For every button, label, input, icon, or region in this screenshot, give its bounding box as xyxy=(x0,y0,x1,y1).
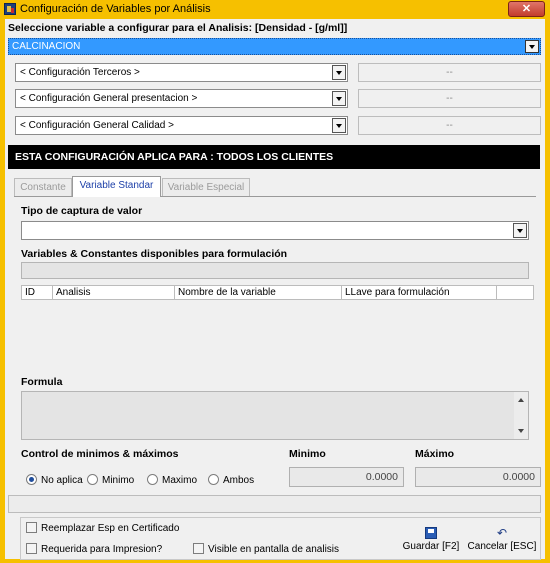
column-header-analisis[interactable]: Analisis xyxy=(53,286,175,299)
tab-variable-standar[interactable]: Variable Standar xyxy=(72,176,161,197)
column-header-llave[interactable]: LLave para formulación xyxy=(342,286,497,299)
window: Configuración de Variables por Análisis … xyxy=(0,0,550,563)
chevron-down-icon[interactable] xyxy=(525,40,539,53)
config-calidad-value: < Configuración General Calidad > xyxy=(20,120,174,131)
scroll-down-icon[interactable] xyxy=(518,429,524,433)
undo-icon: ↶ xyxy=(496,526,508,540)
tab-variable-especial[interactable]: Variable Especial xyxy=(162,178,250,196)
radio-icon xyxy=(208,474,219,485)
formula-scrollbar[interactable] xyxy=(514,392,528,439)
process-combo-value: CALCINACION xyxy=(12,41,81,52)
config-terceros-detail: -- xyxy=(358,63,541,82)
required-print-checkbox[interactable]: Requerida para Impresion? xyxy=(26,543,162,555)
checkbox-icon xyxy=(26,543,37,554)
radio-selected-icon xyxy=(26,474,37,485)
app-icon xyxy=(4,3,16,15)
minimo-field[interactable]: 0.0000 xyxy=(289,467,404,487)
checkbox-icon xyxy=(193,543,204,554)
client-area: Seleccione variable a configurar para el… xyxy=(5,19,545,560)
config-terceros-value: < Configuración Terceros > xyxy=(20,67,140,78)
config-calidad-detail: -- xyxy=(358,116,541,135)
variables-grid-header: ID Analisis Nombre de la variable LLave … xyxy=(21,285,534,300)
chevron-down-icon[interactable] xyxy=(332,91,346,106)
close-button[interactable]: ✕ xyxy=(508,1,545,17)
replace-esp-checkbox[interactable]: Reemplazar Esp en Certificado xyxy=(26,522,179,534)
variables-filter-field[interactable] xyxy=(21,262,529,279)
radio-icon xyxy=(87,474,98,485)
formula-textarea[interactable] xyxy=(21,391,529,440)
radio-minimo[interactable]: Minimo xyxy=(87,474,134,486)
save-button[interactable]: Guardar [F2] xyxy=(400,527,462,552)
column-header-nombre[interactable]: Nombre de la variable xyxy=(175,286,342,299)
config-presentacion-combo[interactable]: < Configuración General presentacion > xyxy=(15,89,348,108)
capture-type-label: Tipo de captura de valor xyxy=(21,205,143,217)
maximo-label: Máximo xyxy=(415,448,455,460)
process-combo[interactable]: CALCINACION xyxy=(8,38,541,55)
column-header-id[interactable]: ID xyxy=(22,286,53,299)
title-bar[interactable]: Configuración de Variables por Análisis … xyxy=(0,0,550,19)
select-variable-label: Seleccione variable a configurar para el… xyxy=(8,22,348,34)
scroll-up-icon[interactable] xyxy=(518,398,524,402)
variables-grid-body[interactable] xyxy=(21,300,534,390)
save-icon xyxy=(425,527,437,539)
checkbox-icon xyxy=(26,522,37,533)
maximo-field[interactable]: 0.0000 xyxy=(415,467,541,487)
formula-label: Formula xyxy=(21,376,63,388)
window-title: Configuración de Variables por Análisis xyxy=(20,3,211,15)
clients-banner: ESTA CONFIGURACIÓN APLICA PARA : TODOS L… xyxy=(8,145,540,169)
config-terceros-combo[interactable]: < Configuración Terceros > xyxy=(15,63,348,82)
chevron-down-icon[interactable] xyxy=(513,223,527,238)
chevron-down-icon[interactable] xyxy=(332,65,346,80)
tab-constante[interactable]: Constante xyxy=(14,178,72,196)
minimo-label: Minimo xyxy=(289,448,326,460)
radio-maximo[interactable]: Maximo xyxy=(147,474,197,486)
status-bar xyxy=(8,495,541,513)
radio-ambos[interactable]: Ambos xyxy=(208,474,254,486)
chevron-down-icon[interactable] xyxy=(332,118,346,133)
config-calidad-combo[interactable]: < Configuración General Calidad > xyxy=(15,116,348,135)
radio-icon xyxy=(147,474,158,485)
variables-label: Variables & Constantes disponibles para … xyxy=(21,248,288,260)
cancel-button[interactable]: ↶ Cancelar [ESC] xyxy=(466,527,538,552)
config-presentacion-detail: -- xyxy=(358,89,541,108)
visible-screen-checkbox[interactable]: Visible en pantalla de analisis xyxy=(193,543,339,555)
control-label: Control de minimos & máximos xyxy=(21,448,179,460)
config-presentacion-value: < Configuración General presentacion > xyxy=(20,93,198,104)
capture-type-combo[interactable] xyxy=(21,221,529,240)
radio-no-aplica[interactable]: No aplica xyxy=(26,474,83,486)
